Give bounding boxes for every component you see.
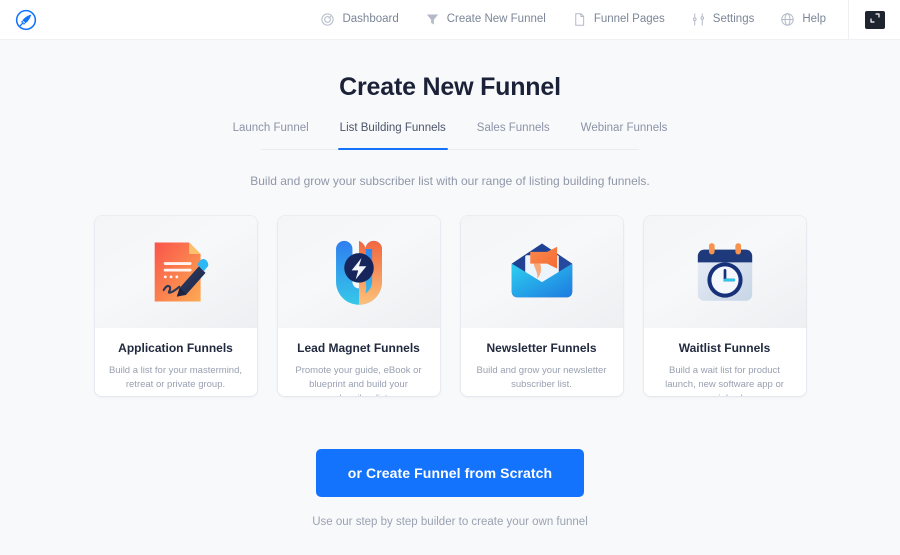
tab-launch-funnel[interactable]: Launch Funnel [233, 122, 309, 150]
calendar-with-clock-icon [685, 232, 765, 312]
card-title: Newsletter Funnels [486, 340, 597, 355]
nav-item-dashboard[interactable]: Dashboard [320, 12, 399, 27]
card-title: Application Funnels [118, 340, 233, 355]
page-icon [572, 12, 587, 27]
tab-list-building-funnels[interactable]: List Building Funnels [337, 122, 448, 150]
nav-label: Funnel Pages [593, 12, 665, 25]
tabs-container: Launch Funnel List Building Funnels Sale… [0, 122, 900, 150]
page-subtitle: Build and grow your subscriber list with… [250, 174, 650, 188]
envelope-with-megaphone-icon [500, 230, 584, 314]
top-navigation-bar: Dashboard Create New Funnel Funnel Pages [0, 0, 900, 40]
card-application-funnels[interactable]: Application Funnels Build a list for you… [94, 215, 257, 396]
rocket-circle-logo-icon [15, 9, 37, 31]
card-artwork [460, 215, 623, 328]
magnet-with-bolt-icon [318, 231, 400, 313]
funnel-icon [425, 12, 440, 27]
page-content: Create New Funnel Launch Funnel List Bui… [0, 40, 900, 530]
nav-label: Help [802, 12, 826, 25]
tabs: Launch Funnel List Building Funnels Sale… [0, 122, 900, 150]
nav-label: Dashboard [342, 12, 399, 25]
nav-item-funnel-pages[interactable]: Funnel Pages [572, 12, 665, 27]
nav-label: Settings [712, 12, 755, 25]
nav-item-create-new-funnel[interactable]: Create New Funnel [425, 12, 546, 27]
tab-label: Sales Funnels [476, 122, 550, 134]
card-body: Application Funnels Build a list for you… [94, 327, 257, 396]
card-body: Waitlist Funnels Build a wait list for p… [643, 327, 806, 396]
card-description: Promote your guide, eBook or blueprint a… [295, 364, 422, 396]
funnel-card-grid: Application Funnels Build a list for you… [0, 215, 900, 396]
card-waitlist-funnels[interactable]: Waitlist Funnels Build a wait list for p… [643, 215, 806, 396]
create-funnel-from-scratch-button[interactable]: or Create Funnel from Scratch [316, 448, 584, 497]
card-newsletter-funnels[interactable]: Newsletter Funnels Build and grow your n… [460, 215, 623, 396]
cta-helper-text: Use our step by step builder to create y… [312, 515, 588, 528]
card-lead-magnet-funnels[interactable]: Lead Magnet Funnels Promote your guide, … [277, 215, 440, 396]
tab-label: List Building Funnels [339, 122, 446, 134]
card-body: Lead Magnet Funnels Promote your guide, … [277, 327, 440, 396]
card-description: Build a wait list for product launch, ne… [665, 364, 784, 396]
card-artwork [643, 215, 806, 328]
main-nav: Dashboard Create New Funnel Funnel Pages [52, 0, 848, 39]
cta-section: or Create Funnel from Scratch Use our st… [0, 448, 900, 530]
card-artwork [277, 215, 440, 328]
document-with-pen-icon [135, 231, 217, 313]
lifebuoy-icon [780, 12, 795, 27]
tab-label: Launch Funnel [232, 122, 309, 134]
fullscreen-button[interactable] [864, 10, 885, 29]
card-body: Newsletter Funnels Build and grow your n… [460, 327, 623, 396]
sliders-icon [691, 12, 706, 27]
page-title: Create New Funnel [339, 73, 561, 101]
nav-label: Create New Funnel [446, 12, 546, 25]
card-title: Lead Magnet Funnels [297, 340, 420, 355]
nav-item-help[interactable]: Help [780, 12, 826, 27]
card-description: Build and grow your newsletter subscribe… [476, 364, 607, 390]
tab-label: Webinar Funnels [580, 122, 668, 134]
tab-webinar-funnels[interactable]: Webinar Funnels [581, 122, 668, 150]
tab-sales-funnels[interactable]: Sales Funnels [477, 122, 550, 150]
nav-item-settings[interactable]: Settings [691, 12, 755, 27]
card-artwork [94, 215, 257, 328]
speedometer-icon [320, 12, 335, 27]
fullscreen-cell [848, 0, 900, 39]
fullscreen-expand-icon [869, 11, 881, 29]
card-description: Build a list for your mastermind, retrea… [108, 364, 243, 390]
brand-logo[interactable] [0, 0, 52, 39]
card-title: Waitlist Funnels [678, 340, 771, 355]
